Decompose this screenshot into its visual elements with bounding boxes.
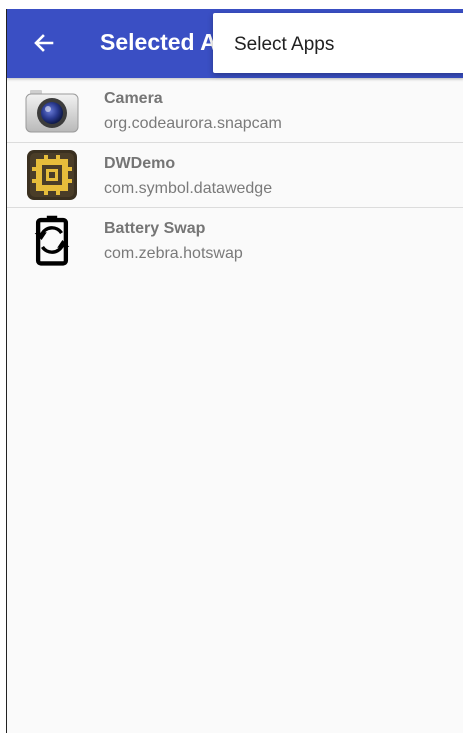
app-package: org.codeaurora.snapcam [104,115,282,132]
camera-icon [25,90,79,133]
overflow-menu: Select Apps [213,13,463,73]
screen: Selected Apps Select Apps Camera org.cod… [6,9,463,733]
app-name: Battery Swap [104,220,206,237]
app-name: DWDemo [104,155,176,172]
datawedge-icon [27,150,77,200]
menu-item-label: Select Apps [234,34,335,55]
list-item[interactable]: Battery Swap com.zebra.hotswap [7,208,463,272]
app-name: Camera [104,90,163,107]
list-item[interactable]: Camera org.codeaurora.snapcam [7,78,463,143]
battery-swap-icon [34,215,70,266]
arrow-left-icon [34,34,54,52]
app-package: com.symbol.datawedge [104,180,273,197]
app-package: com.zebra.hotswap [104,245,243,262]
app-list: Camera org.codeaurora.snapcam DWDemo com… [7,78,463,272]
menu-item-select-apps[interactable]: Select Apps [213,13,463,73]
list-item[interactable]: DWDemo com.symbol.datawedge [7,143,463,208]
back-button[interactable] [29,28,59,58]
